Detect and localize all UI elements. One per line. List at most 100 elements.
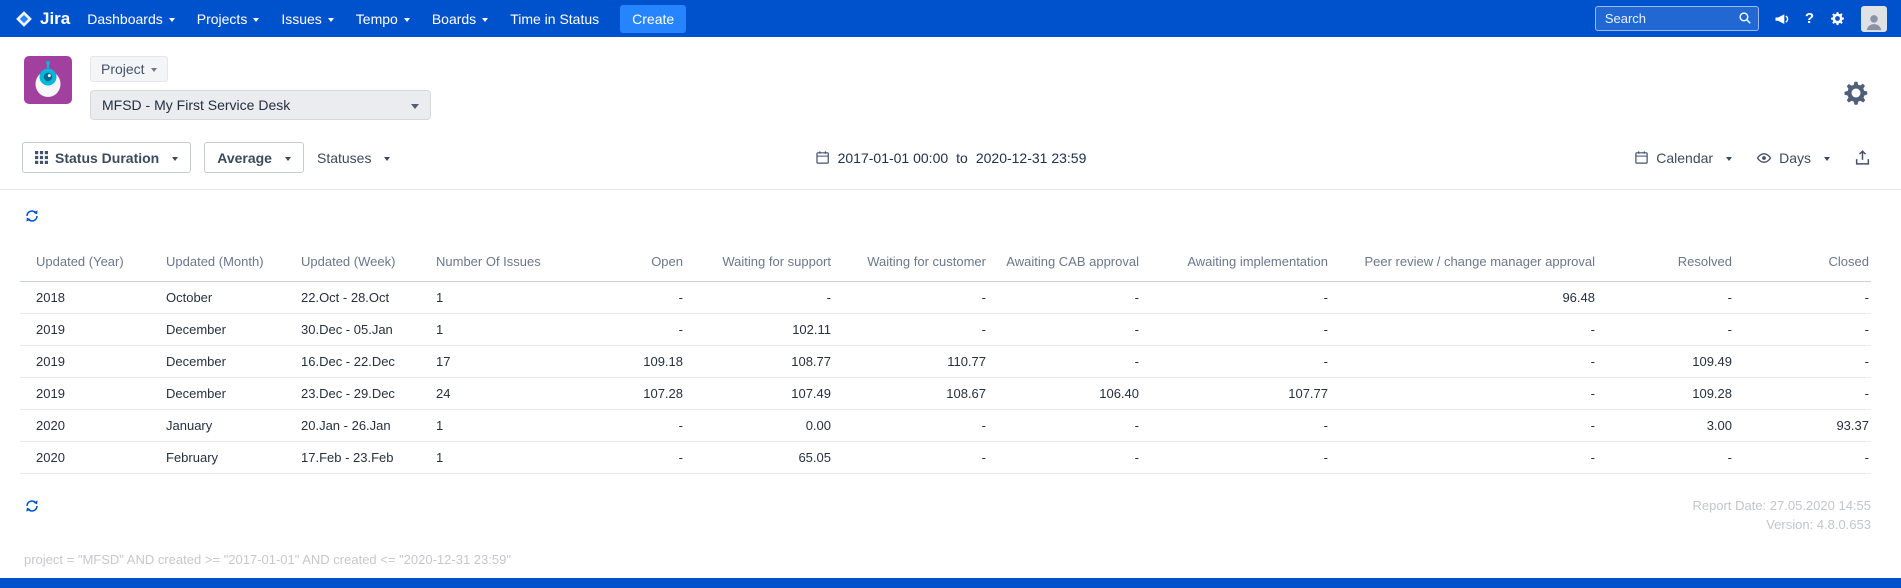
- column-header: Peer review / change manager approval: [1330, 243, 1597, 282]
- table-cell: -: [833, 313, 988, 346]
- chevron-down-icon: [327, 17, 334, 22]
- top-navigation: Jira Dashboards Projects Issues Tempo Bo…: [0, 0, 1901, 37]
- days-unit-label: Days: [1779, 149, 1811, 166]
- date-to: 2020-12-31 23:59: [975, 149, 1087, 166]
- nav-item-label: Issues: [281, 10, 322, 27]
- refresh-icon[interactable]: [22, 206, 42, 229]
- date-range-picker[interactable]: 2017-01-01 00:00 to 2020-12-31 23:59: [815, 149, 1087, 166]
- chevron-down-icon: [253, 17, 260, 22]
- nav-item-time-in-status[interactable]: Time in Status: [499, 0, 610, 37]
- megaphone-icon[interactable]: [1774, 11, 1790, 27]
- nav-item-dashboards[interactable]: Dashboards: [76, 0, 186, 37]
- table-cell: 24: [436, 377, 566, 410]
- nav-item-issues[interactable]: Issues: [270, 0, 344, 37]
- table-cell: -: [1734, 345, 1871, 378]
- refresh-icon-bottom[interactable]: [22, 496, 42, 519]
- chevron-down-icon: [172, 156, 179, 161]
- average-button[interactable]: Average: [204, 142, 304, 173]
- search-box: [1594, 6, 1759, 31]
- table-cell: 107.77: [1141, 377, 1330, 410]
- table-body: 2018 October 22.Oct - 28.Oct 1- - - - -96.48- -2…: [20, 281, 1871, 474]
- table-cell: -: [988, 345, 1141, 378]
- table-cell: December: [166, 313, 301, 346]
- project-select[interactable]: MFSD - My First Service Desk: [90, 90, 431, 120]
- column-header: Awaiting CAB approval: [988, 243, 1141, 282]
- table-cell: -: [566, 409, 685, 442]
- user-avatar[interactable]: [1861, 5, 1887, 32]
- nav-item-tempo[interactable]: Tempo: [345, 0, 421, 37]
- table-cell: 107.28: [566, 377, 685, 410]
- status-duration-table: Updated (Year) Updated (Month) Updated (…: [20, 243, 1871, 474]
- table-row: 2020 February 17.Feb - 23.Feb 1-65.05- - - - - -: [20, 441, 1871, 474]
- table-cell: -: [988, 313, 1141, 346]
- bottom-bar: [0, 578, 1901, 588]
- statuses-button[interactable]: Statuses: [317, 150, 391, 166]
- settings-gear-icon[interactable]: [1841, 68, 1871, 120]
- table-cell: -: [1597, 281, 1734, 314]
- table-cell: -: [1330, 313, 1597, 346]
- table-cell: October: [166, 281, 301, 314]
- eye-icon: [1756, 152, 1772, 163]
- jira-brand[interactable]: Jira: [14, 9, 70, 29]
- table-cell: -: [566, 441, 685, 474]
- table-cell: -: [1330, 409, 1597, 442]
- table-cell: -: [833, 281, 988, 314]
- report-toolbar: Status Duration Average Statuses 2017-01…: [0, 130, 1901, 190]
- nav-item-boards[interactable]: Boards: [421, 0, 499, 37]
- date-to-word: to: [956, 149, 968, 166]
- nav-item-label: Time in Status: [510, 10, 600, 27]
- jql-query: project = "MFSD" AND created >= "2017-01…: [24, 551, 511, 567]
- brand-label: Jira: [40, 8, 71, 28]
- jira-logo-icon: [16, 10, 32, 27]
- table-cell: -: [1734, 281, 1871, 314]
- table-cell: February: [166, 441, 301, 474]
- column-header: Updated (Year): [20, 243, 166, 282]
- column-header: Waiting for support: [685, 243, 833, 282]
- calendar-icon: [815, 151, 829, 164]
- table-cell: 0.00: [685, 409, 833, 442]
- table-cell: 2020: [20, 409, 166, 442]
- table-cell: -: [1330, 441, 1597, 474]
- project-avatar: [24, 56, 72, 104]
- create-button[interactable]: Create: [620, 4, 687, 33]
- report-meta: Report Date: 27.05.2020 14:55 Version: 4…: [1692, 496, 1871, 534]
- table-cell: 2019: [20, 377, 166, 410]
- report-date: Report Date: 27.05.2020 14:55: [1692, 497, 1871, 513]
- report-version: Version: 4.8.0.653: [1766, 516, 1871, 532]
- nav-item-projects[interactable]: Projects: [186, 0, 271, 37]
- nav-item-label: Dashboards: [87, 10, 163, 27]
- days-unit-button[interactable]: Days: [1756, 150, 1830, 166]
- column-header: Number Of Issues: [436, 243, 566, 282]
- column-header: Awaiting implementation: [1141, 243, 1330, 282]
- column-header: Open: [566, 243, 685, 282]
- table-cell: 30.Dec - 05.Jan: [301, 313, 436, 346]
- average-label: Average: [217, 149, 272, 166]
- table-cell: -: [1597, 441, 1734, 474]
- table-cell: -: [566, 281, 685, 314]
- search-input[interactable]: [1594, 6, 1759, 31]
- gear-icon[interactable]: [1829, 10, 1846, 27]
- table-cell: 1: [436, 409, 566, 442]
- table-cell: -: [833, 441, 988, 474]
- chevron-down-icon: [384, 156, 391, 161]
- table-cell: 23.Dec - 29.Dec: [301, 377, 436, 410]
- status-duration-label: Status Duration: [55, 149, 160, 166]
- chevron-down-icon: [403, 17, 410, 22]
- table-cell: 22.Oct - 28.Oct: [301, 281, 436, 314]
- grid-icon: [35, 151, 48, 164]
- calendar-mode-button[interactable]: Calendar: [1634, 150, 1733, 166]
- table-cell: 1: [436, 313, 566, 346]
- table-cell: -: [833, 409, 988, 442]
- status-duration-button[interactable]: Status Duration: [22, 142, 192, 173]
- chevron-down-icon: [168, 17, 175, 22]
- table-cell: 96.48: [1330, 281, 1597, 314]
- export-icon[interactable]: [1854, 149, 1871, 166]
- table-cell: December: [166, 345, 301, 378]
- below-table: Report Date: 27.05.2020 14:55 Version: 4…: [0, 496, 1901, 534]
- table-row: 2019 December 16.Dec - 22.Dec 17 109.18 108.7…: [20, 345, 1871, 378]
- help-icon[interactable]: ?: [1805, 10, 1814, 27]
- table-cell: 3.00: [1597, 409, 1734, 442]
- table-cell: 107.49: [685, 377, 833, 410]
- project-type-button[interactable]: Project: [90, 56, 168, 82]
- search-icon[interactable]: [1738, 11, 1752, 25]
